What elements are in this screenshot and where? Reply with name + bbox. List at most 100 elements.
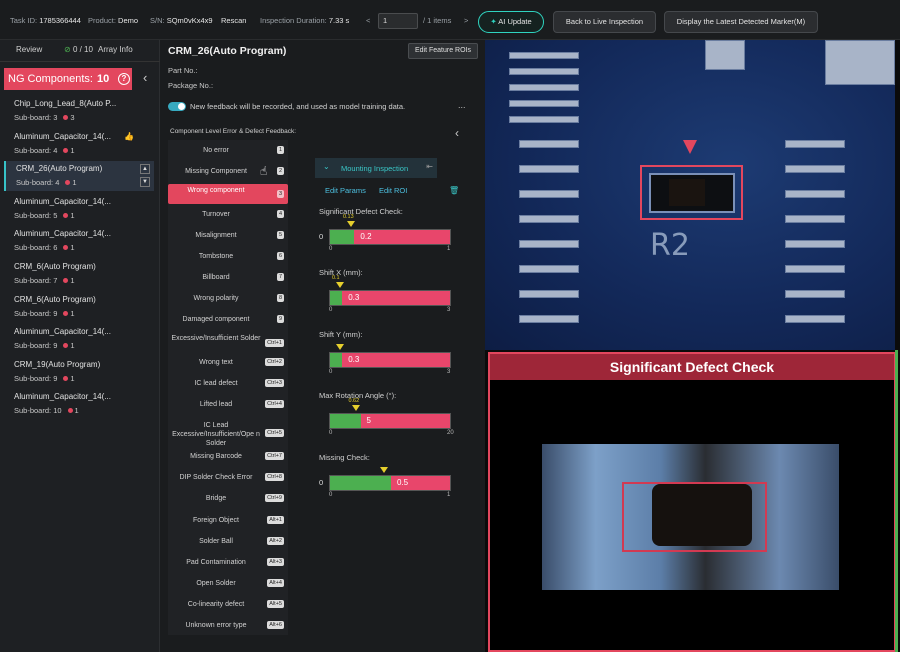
component-title: CRM_26(Auto Program) — [168, 45, 287, 57]
shortcut-key: Alt+3 — [267, 558, 284, 566]
error-type-item[interactable]: Solder Ball Alt+2 — [168, 535, 288, 547]
error-type-item[interactable]: DIP Solder Check Error Ctrl+8 — [168, 471, 288, 483]
error-type-item[interactable]: Unknown error type Alt+6 — [168, 619, 288, 631]
ng-list-item[interactable]: Aluminum_Capacitor_14(... Sub-board: 51 — [4, 194, 154, 224]
pcb-pad — [519, 315, 579, 323]
sparkle-icon: ✦ — [490, 17, 497, 26]
error-type-item[interactable]: Turnover 4 — [168, 208, 288, 220]
error-type-item[interactable]: Wrong text Ctrl+2 — [168, 356, 288, 368]
error-type-item[interactable]: No error 1 — [168, 144, 288, 156]
error-type-item[interactable]: Pad Contamination Alt+3 — [168, 556, 288, 568]
component-crop-image — [542, 444, 839, 590]
edit-roi-link[interactable]: Edit ROI — [379, 186, 407, 195]
collapse-left-icon[interactable]: ‹ — [143, 70, 147, 85]
next-page-icon[interactable]: > — [464, 16, 468, 25]
ng-dot-icon — [67, 408, 73, 414]
collapse-feedback-icon[interactable]: ‹ — [455, 126, 459, 140]
trash-icon[interactable]: 🗑 — [449, 186, 459, 195]
ng-list-item[interactable]: Aluminum_Capacitor_14(... Sub-board: 61 — [4, 226, 154, 256]
feedback-toggle[interactable] — [168, 102, 186, 111]
edit-params-link[interactable]: Edit Params — [325, 186, 366, 195]
error-type-item[interactable]: Foreign Object Alt+1 — [168, 514, 288, 526]
shortcut-key: Ctrl+5 — [265, 429, 284, 437]
page-input[interactable]: 1 — [378, 13, 418, 29]
ng-list-item[interactable]: Chip_Long_Lead_8(Auto P... Sub-board: 33 — [4, 96, 154, 126]
error-type-label: Foreign Object — [193, 516, 239, 524]
metric-min: 0 — [329, 369, 333, 375]
mounting-inspection-header[interactable]: ⌄ Mounting Inspection ⇤ — [315, 158, 437, 178]
metric-zero: 0 — [319, 478, 324, 487]
shortcut-key: 7 — [276, 273, 284, 281]
ng-list-item[interactable]: CRM_6(Auto Program) Sub-board: 71 — [4, 259, 154, 289]
error-type-item[interactable]: Open Solder Alt+4 — [168, 577, 288, 589]
shortcut-key: 8 — [276, 294, 284, 302]
move-up-icon[interactable]: ▲ — [140, 164, 150, 175]
error-type-item[interactable]: Wrong component 3 — [168, 184, 288, 204]
metric-bar-fill — [330, 414, 361, 428]
error-type-item[interactable]: Tombstone 6 — [168, 250, 288, 262]
error-type-item[interactable]: IC Lead Excessive/Insufficient/Ope n Sol… — [168, 420, 288, 447]
help-icon[interactable]: ? — [118, 73, 130, 85]
prev-page-icon[interactable]: < — [366, 16, 370, 25]
pcb-pad — [785, 240, 845, 248]
ng-list-item[interactable]: CRM_6(Auto Program) Sub-board: 91 — [4, 292, 154, 322]
metric-max: 1 — [447, 246, 451, 252]
ng-item-name: CRM_26(Auto Program) — [16, 164, 103, 174]
ng-list-item[interactable]: Aluminum_Capacitor_14(... Sub-board: 4 1 👍 — [4, 129, 154, 159]
error-type-item[interactable]: Missing Barcode Ctrl+7 — [168, 450, 288, 462]
error-type-item[interactable]: Missing Component 2 — [168, 165, 288, 177]
thumbs-up-icon[interactable]: 👍 — [124, 132, 134, 141]
ng-dot-icon — [63, 310, 69, 316]
task-id: Task ID: 1785366444 — [10, 16, 81, 25]
ng-dot-icon — [63, 212, 69, 218]
ng-components-header: NG Components: 10 ? — [4, 68, 132, 90]
metric-zero: 0 — [319, 232, 324, 241]
ng-dot-icon — [63, 115, 69, 120]
rescan-button[interactable]: Rescan — [221, 16, 246, 25]
pcb-pad — [785, 265, 845, 273]
error-type-item[interactable]: Excessive/Insufficient Solder Ctrl+1 — [168, 333, 288, 353]
error-type-item[interactable]: Billboard 7 — [168, 271, 288, 283]
error-type-item[interactable]: Co-linearity defect Alt+5 — [168, 598, 288, 610]
tab-array-info[interactable]: Array Info — [98, 45, 133, 54]
ai-update-button[interactable]: ✦ AI Update — [478, 11, 544, 33]
ng-item-name: CRM_6(Auto Program) — [14, 294, 96, 304]
pcb-image[interactable]: R2 — [485, 40, 895, 350]
error-type-label: Wrong polarity — [193, 294, 239, 302]
error-type-item[interactable]: IC lead defect Ctrl+3 — [168, 377, 288, 389]
error-type-item[interactable]: Lifted lead Ctrl+4 — [168, 398, 288, 410]
ng-item-name: CRM_19(Auto Program) — [14, 359, 101, 369]
metric-label: Shift Y (mm): — [319, 330, 363, 339]
pcb-pad — [705, 40, 745, 70]
ng-item-sub: Sub-board: 41 — [16, 178, 77, 188]
pcb-pad — [519, 140, 579, 148]
metric-bar-fill — [330, 353, 343, 367]
error-type-label: Solder Ball — [199, 537, 233, 545]
error-type-item[interactable]: Bridge Ctrl+9 — [168, 492, 288, 504]
error-type-label: Unknown error type — [185, 621, 247, 629]
pin-icon[interactable]: ⇤ — [426, 162, 433, 171]
ng-list-item[interactable]: CRM_26(Auto Program) Sub-board: 4 1 ▲ ▼ — [4, 161, 154, 192]
ng-list-item[interactable]: Aluminum_Capacitor_14(... Sub-board: 10 1 — [4, 389, 154, 419]
ng-dot-icon — [65, 180, 71, 186]
ng-list-item[interactable]: Aluminum_Capacitor_14(... Sub-board: 91 — [4, 324, 154, 354]
more-icon[interactable]: ... — [458, 100, 466, 110]
threshold-marker-icon — [335, 282, 344, 288]
display-latest-marker-button[interactable]: Display the Latest Detected Marker(M) — [664, 11, 818, 33]
error-type-item[interactable]: Wrong polarity 8 — [168, 292, 288, 304]
shortcut-key: Alt+2 — [267, 537, 284, 545]
move-down-icon[interactable]: ▼ — [140, 177, 150, 188]
pcb-pad — [785, 140, 845, 148]
ng-list-item[interactable]: CRM_19(Auto Program) Sub-board: 91 — [4, 357, 154, 387]
edit-feature-rois-button[interactable]: Edit Feature ROIs — [408, 43, 478, 59]
shortcut-key: Alt+5 — [267, 600, 284, 608]
ng-dot-icon — [63, 375, 69, 381]
error-type-item[interactable]: Damaged component 9 — [168, 313, 288, 325]
shortcut-key: 9 — [276, 315, 284, 323]
ng-item-sub: Sub-board: 61 — [14, 243, 75, 253]
back-to-live-button[interactable]: Back to Live Inspection — [553, 11, 656, 33]
error-type-item[interactable]: Misalignment 5 — [168, 229, 288, 241]
tab-review[interactable]: Review — [16, 45, 42, 54]
component-roi[interactable] — [640, 165, 743, 220]
shortcut-key: 2 — [276, 167, 284, 175]
